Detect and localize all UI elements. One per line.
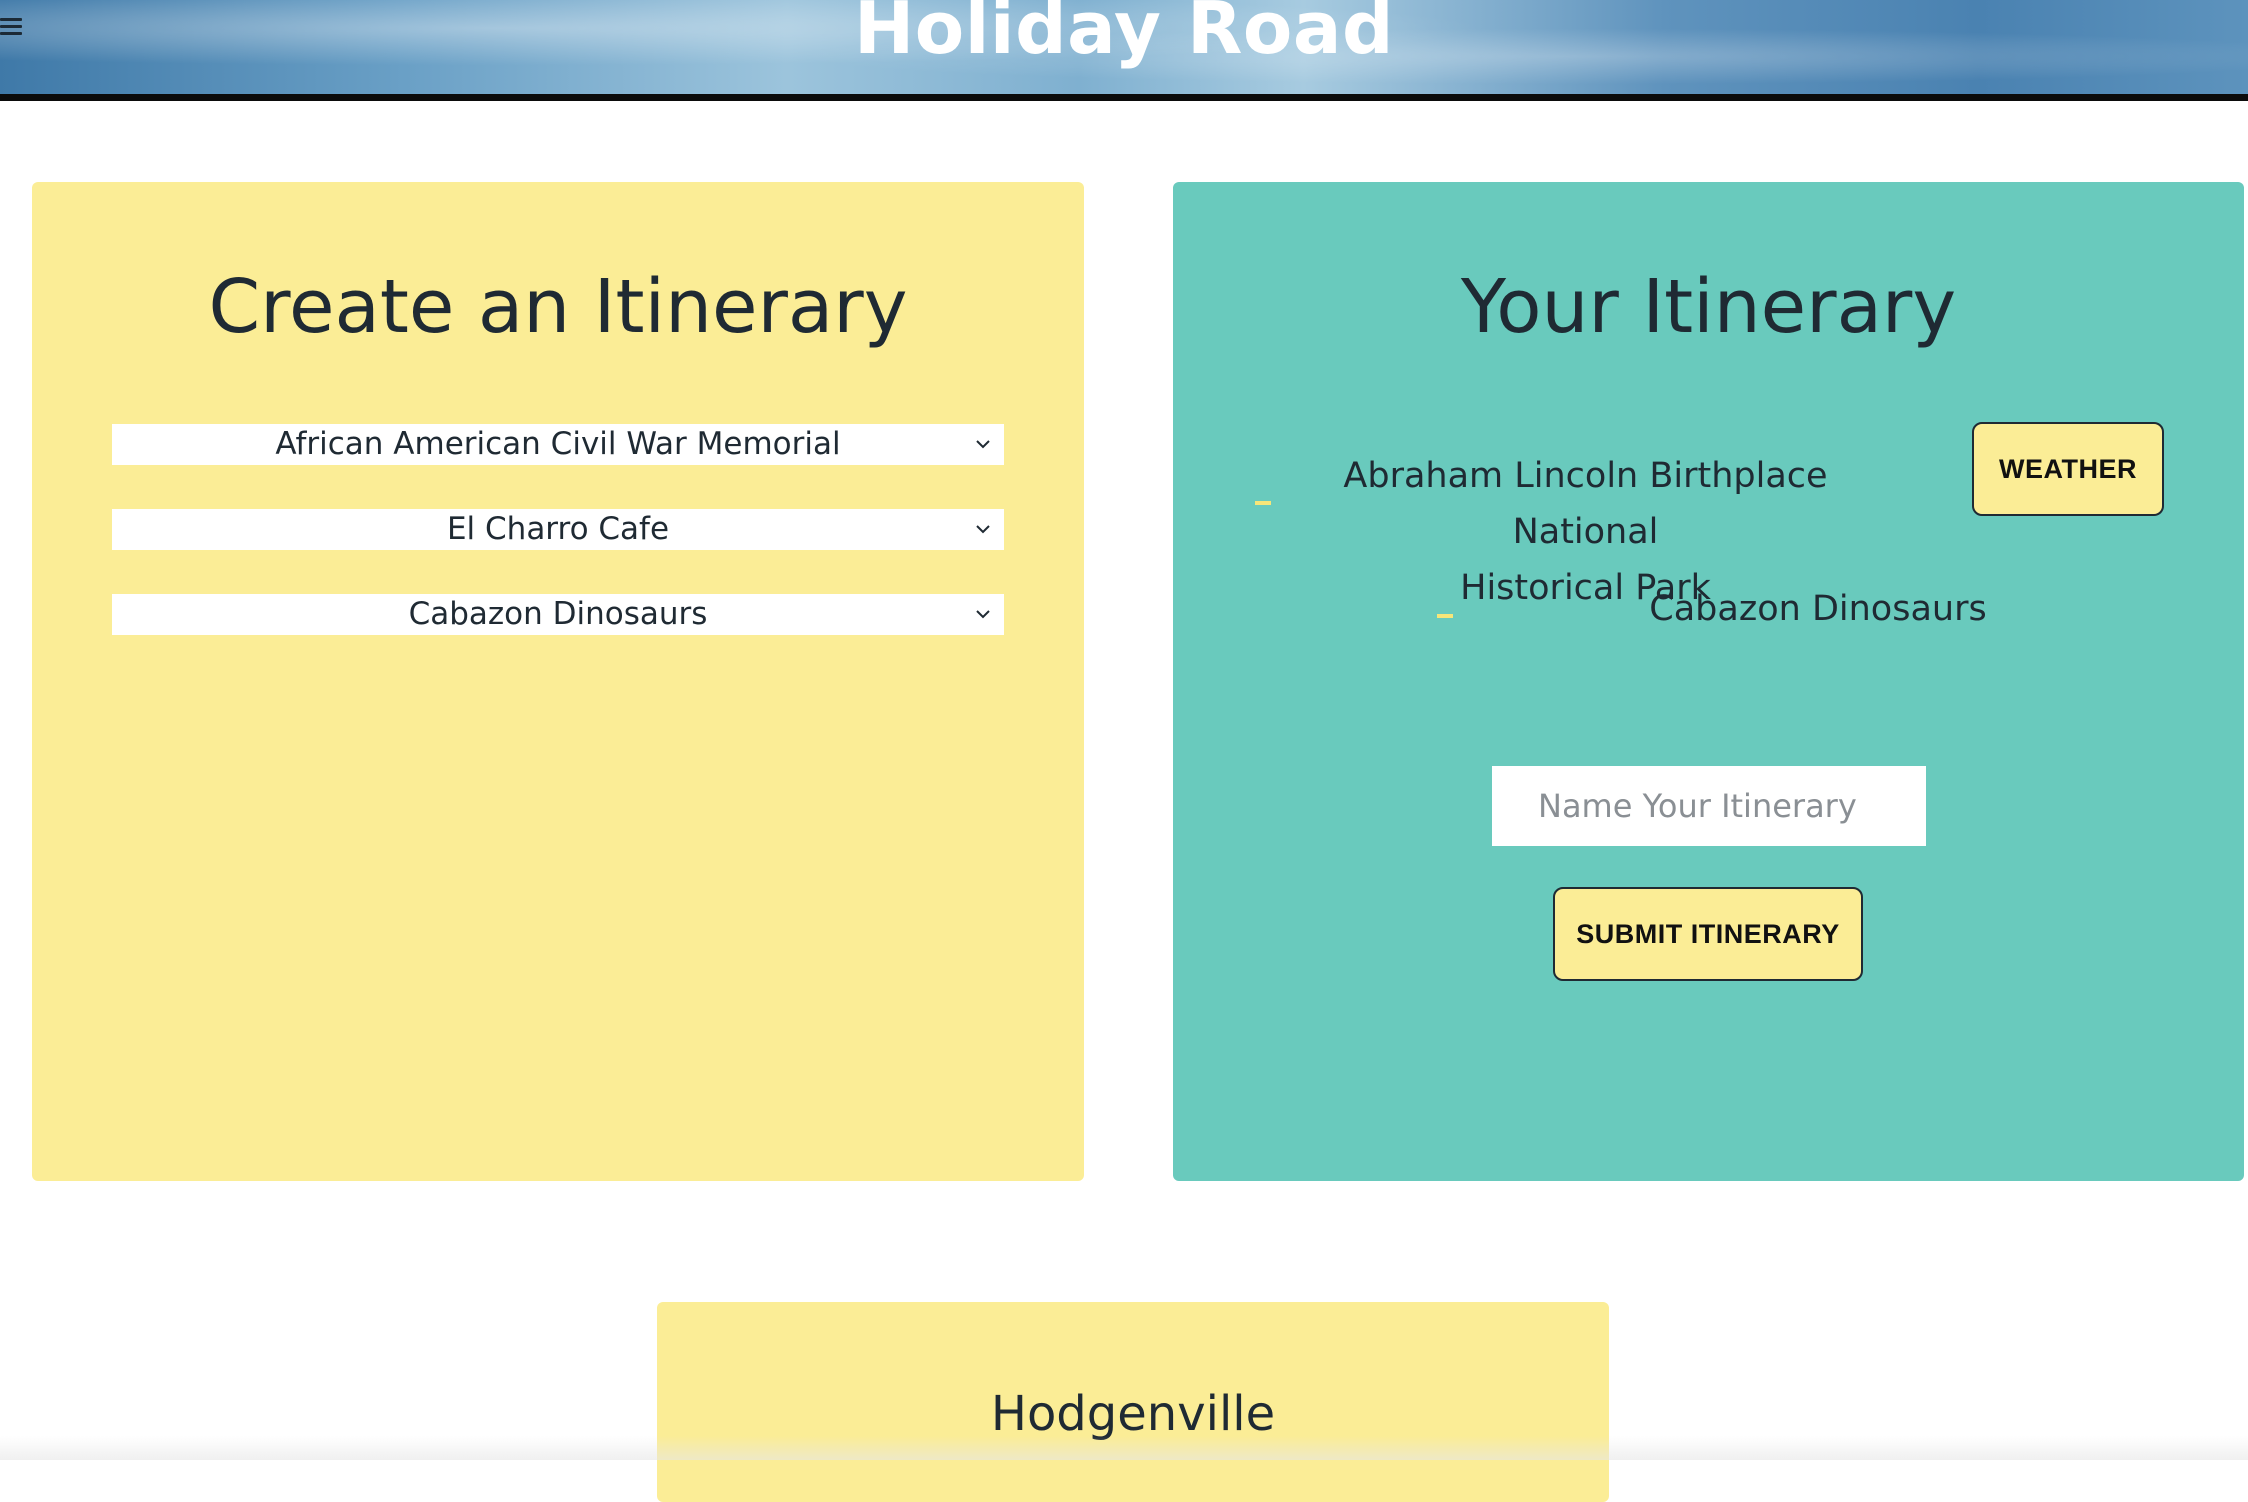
site-title: Holiday Road [853,0,1395,70]
city-name: Hodgenville [990,1386,1276,1442]
chevron-down-icon [976,525,990,534]
create-itinerary-panel: Create an Itinerary African American Civ… [32,182,1084,1181]
weather-button[interactable]: WEATHER [1972,422,2164,516]
itinerary-name-input[interactable] [1492,766,1926,846]
list-bullet [1437,614,1453,618]
create-itinerary-heading: Create an Itinerary [208,264,908,350]
park-select-value: African American Civil War Memorial [275,426,841,462]
your-itinerary-heading: Your Itinerary [1460,264,1957,350]
chevron-down-icon [976,610,990,619]
eatery-select[interactable]: El Charro Cafe [112,509,1004,550]
itinerary-item-park-line1: Abraham Lincoln Birthplace National [1343,456,1828,552]
itinerary-item-bizarrerie: Cabazon Dinosaurs [1649,589,1987,629]
city-weather-panel: Hodgenville [657,1302,1609,1502]
park-select[interactable]: African American Civil War Memorial [112,424,1004,465]
list-bullet [1255,501,1271,505]
submit-itinerary-button[interactable]: SUBMIT ITINERARY [1553,887,1863,981]
your-itinerary-panel: Your Itinerary Abraham Lincoln Birthplac… [1173,182,2244,1181]
bizarrerie-select-value: Cabazon Dinosaurs [408,596,708,632]
page-bottom-edge [0,1436,2248,1460]
site-header: Holiday Road [0,0,2248,101]
chevron-down-icon [976,440,990,449]
bizarrerie-select[interactable]: Cabazon Dinosaurs [112,594,1004,635]
eatery-select-value: El Charro Cafe [446,511,670,547]
